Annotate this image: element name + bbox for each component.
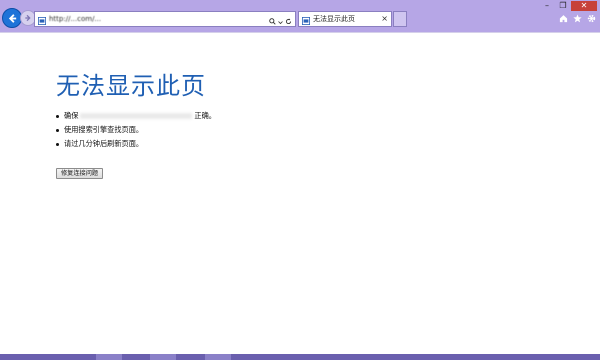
toolbar-icons [558, 13, 596, 23]
close-button[interactable]: ✕ [571, 1, 597, 11]
search-icon[interactable] [269, 10, 276, 29]
taskbar-item[interactable] [150, 354, 176, 360]
chrome-divider [0, 32, 600, 33]
back-button[interactable] [2, 8, 22, 28]
fix-connection-button[interactable]: 修复连接问题 [56, 168, 104, 179]
restore-button[interactable]: ❐ [555, 1, 571, 11]
browser-window: http://...com/... 无法显示此页 × – ❐ ✕ 无法显示此页 … [0, 0, 600, 360]
taskbar-item[interactable] [205, 354, 231, 360]
list-item: 确保 正确。 [56, 109, 216, 123]
page-title: 无法显示此页 [56, 72, 206, 100]
new-tab-button[interactable] [393, 11, 407, 27]
arrow-left-icon [8, 13, 16, 23]
address-bar[interactable]: http://...com/... [34, 11, 296, 27]
redacted-text [80, 113, 193, 119]
browser-chrome: http://...com/... 无法显示此页 × – ❐ ✕ [0, 0, 600, 32]
taskbar-item[interactable] [96, 354, 122, 360]
chevron-down-icon[interactable] [278, 10, 283, 29]
star-icon[interactable] [572, 13, 582, 23]
arrow-right-icon [25, 14, 31, 22]
tab-current[interactable]: 无法显示此页 × [298, 11, 392, 27]
page-icon [38, 10, 46, 29]
taskbar [0, 354, 600, 360]
suggestion-list: 确保 正确。 使用搜索引擎查找页面。 请过几分钟后刷新页面。 [56, 109, 216, 151]
home-icon[interactable] [558, 13, 568, 23]
tab-close-icon[interactable]: × [381, 15, 388, 23]
refresh-icon[interactable] [285, 10, 292, 29]
window-controls: – ❐ ✕ [539, 1, 597, 11]
gear-icon[interactable] [586, 13, 596, 23]
list-item: 使用搜索引擎查找页面。 [56, 123, 216, 137]
list-item: 请过几分钟后刷新页面。 [56, 137, 216, 151]
tab-title: 无法显示此页 [313, 15, 355, 23]
page-icon [302, 10, 310, 29]
address-url: http://...com/... [49, 15, 102, 23]
minimize-button[interactable]: – [539, 1, 555, 11]
